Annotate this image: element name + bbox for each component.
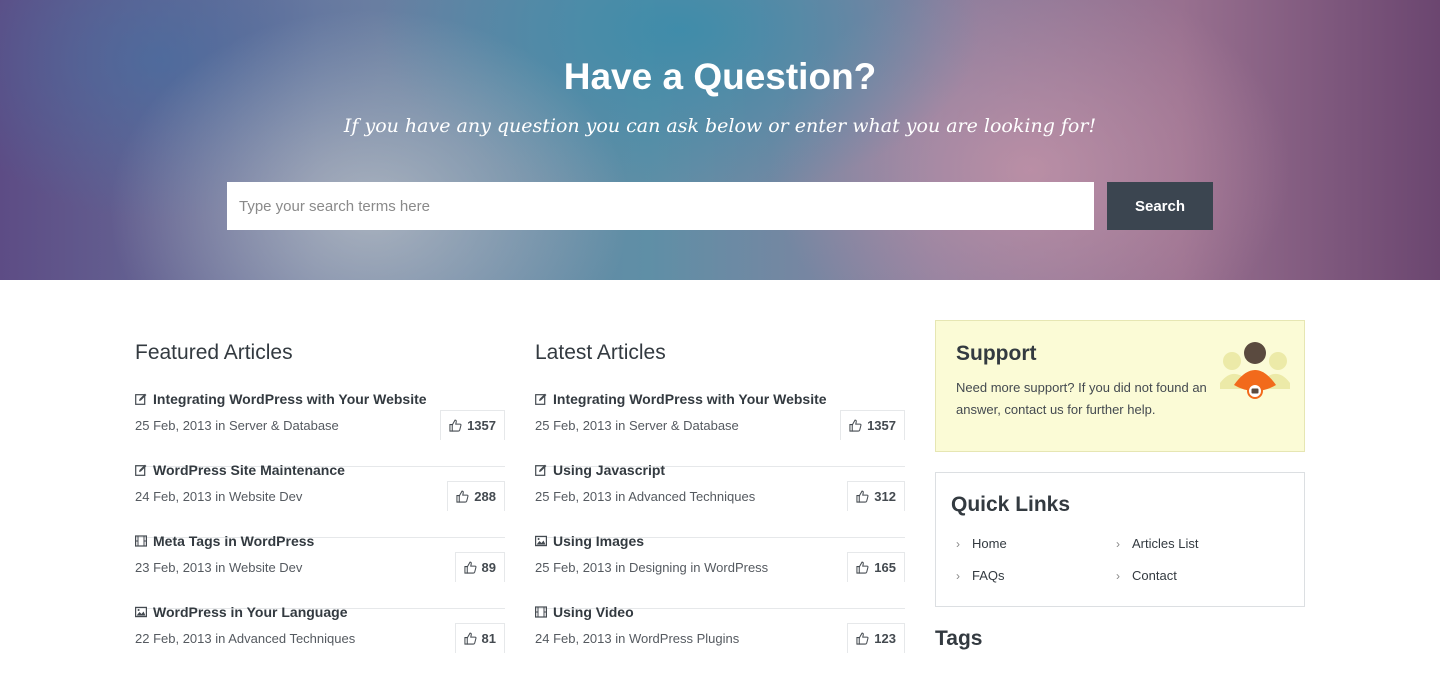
film-icon	[135, 535, 147, 547]
article-title-link[interactable]: WordPress in Your Language	[153, 604, 347, 620]
support-title: Support	[956, 342, 1037, 365]
article-item: Integrating WordPress with Your Website 2…	[135, 391, 505, 467]
article-meta: 24 Feb, 2013 in WordPress Plugins	[535, 631, 740, 646]
article-title-link[interactable]: Using Javascript	[553, 462, 665, 478]
image-icon	[135, 606, 147, 618]
thumbs-up-icon	[856, 490, 869, 503]
quick-link-faqs[interactable]: › FAQs	[956, 568, 1005, 583]
like-count-badge[interactable]: 1357	[840, 410, 905, 440]
support-text: Need more support? If you did not found …	[956, 380, 1207, 417]
like-count: 81	[481, 631, 496, 646]
article-title-link[interactable]: Using Video	[553, 604, 634, 620]
article-meta: 23 Feb, 2013 in Website Dev	[135, 560, 303, 575]
quick-link-label: Home	[972, 536, 1007, 551]
article-meta: 22 Feb, 2013 in Advanced Techniques	[135, 631, 356, 646]
like-count: 165	[874, 560, 896, 575]
quick-link-label: FAQs	[972, 568, 1005, 583]
thumbs-up-icon	[463, 632, 477, 645]
article-title-row: Using Javascript	[535, 462, 665, 478]
article-meta: 25 Feb, 2013 in Server & Database	[535, 418, 739, 433]
article-title-link[interactable]: Integrating WordPress with Your Website	[553, 391, 827, 407]
quick-links-title: Quick Links	[951, 493, 1071, 516]
support-agent-icon	[1220, 339, 1290, 403]
thumbs-up-icon	[856, 561, 869, 574]
latest-article-list: Integrating WordPress with Your Website 2…	[535, 391, 905, 680]
article-title-link[interactable]: Integrating WordPress with Your Website	[153, 391, 427, 407]
article-title-row: WordPress in Your Language	[135, 604, 347, 620]
edit-icon	[135, 464, 147, 476]
article-title-row: Using Images	[535, 533, 644, 549]
article-title-link[interactable]: Using Images	[553, 533, 644, 549]
quick-link-label: Contact	[1132, 568, 1177, 583]
article-title-row: Integrating WordPress with Your Website	[535, 391, 827, 407]
quick-links-widget: Quick Links › Home › Articles List › FAQ…	[935, 472, 1305, 607]
featured-article-list: Integrating WordPress with Your Website 2…	[135, 391, 505, 680]
chevron-right-icon: ›	[956, 536, 960, 551]
like-count: 312	[874, 489, 896, 504]
chevron-right-icon: ›	[956, 568, 960, 583]
article-item: Integrating WordPress with Your Website 2…	[535, 391, 905, 467]
support-widget: Support Need more support? If you did no…	[935, 320, 1305, 452]
hero-banner: Have a Question? If you have any questio…	[0, 0, 1440, 280]
like-count-badge[interactable]: 123	[847, 623, 905, 653]
edit-icon	[135, 393, 147, 405]
like-count-badge[interactable]: 89	[454, 552, 505, 582]
quick-link-contact[interactable]: › Contact	[1116, 568, 1177, 583]
article-item: Using Images 25 Feb, 2013 in Designing in…	[535, 533, 905, 609]
like-count-badge[interactable]: 288	[447, 481, 505, 511]
article-item: Using Video 24 Feb, 2013 in WordPress Plu…	[535, 604, 905, 680]
article-meta: 25 Feb, 2013 in Advanced Techniques	[535, 489, 756, 504]
article-meta: 24 Feb, 2013 in Website Dev	[135, 489, 303, 504]
like-count-badge[interactable]: 81	[454, 623, 505, 653]
article-title-row: Integrating WordPress with Your Website	[135, 391, 427, 407]
like-count: 1357	[867, 418, 896, 433]
thumbs-up-icon	[456, 490, 469, 503]
chevron-right-icon: ›	[1116, 568, 1120, 583]
article-title-row: Using Video	[535, 604, 634, 620]
thumbs-up-icon	[849, 419, 862, 432]
like-count: 1357	[467, 418, 496, 433]
quick-link-label: Articles List	[1132, 536, 1199, 551]
article-title-row: WordPress Site Maintenance	[135, 462, 345, 478]
thumbs-up-icon	[449, 419, 462, 432]
thumbs-up-icon	[856, 632, 869, 645]
search-input[interactable]	[227, 182, 1094, 230]
latest-articles-title: Latest Articles	[535, 341, 666, 364]
featured-articles-title: Featured Articles	[135, 341, 293, 364]
article-item: Using Javascript 25 Feb, 2013 in Advanced…	[535, 462, 905, 538]
article-title-link[interactable]: Meta Tags in WordPress	[153, 533, 314, 549]
article-meta: 25 Feb, 2013 in Server & Database	[135, 418, 339, 433]
tags-title: Tags	[935, 627, 983, 650]
quick-link-articles-list[interactable]: › Articles List	[1116, 536, 1198, 551]
edit-icon	[535, 393, 547, 405]
like-count: 288	[474, 489, 496, 504]
quick-link-home[interactable]: › Home	[956, 536, 1007, 551]
chevron-right-icon: ›	[1116, 536, 1120, 551]
hero-subtitle: If you have any question you can ask bel…	[343, 115, 1097, 137]
latest-articles-section: Latest Articles Integrating WordPress wi…	[535, 340, 905, 680]
like-count-badge[interactable]: 165	[847, 552, 905, 582]
featured-articles-section: Featured Articles Integrating WordPress …	[135, 340, 505, 680]
article-item: Meta Tags in WordPress 23 Feb, 2013 in We…	[135, 533, 505, 609]
image-icon	[535, 535, 547, 547]
like-count: 123	[874, 631, 896, 646]
article-title-row: Meta Tags in WordPress	[135, 533, 314, 549]
thumbs-up-icon	[463, 561, 477, 574]
like-count: 89	[481, 560, 496, 575]
hero-title: Have a Question?	[563, 56, 877, 97]
article-meta: 25 Feb, 2013 in Designing in WordPress	[535, 560, 769, 575]
article-title-link[interactable]: WordPress Site Maintenance	[153, 462, 345, 478]
like-count-badge[interactable]: 312	[847, 481, 905, 511]
edit-icon	[535, 464, 547, 476]
like-count-badge[interactable]: 1357	[440, 410, 505, 440]
article-item: WordPress in Your Language 22 Feb, 2013 i…	[135, 604, 505, 680]
search-button[interactable]: Search	[1107, 182, 1213, 230]
film-icon	[535, 606, 547, 618]
article-item: WordPress Site Maintenance 24 Feb, 2013 i…	[135, 462, 505, 538]
